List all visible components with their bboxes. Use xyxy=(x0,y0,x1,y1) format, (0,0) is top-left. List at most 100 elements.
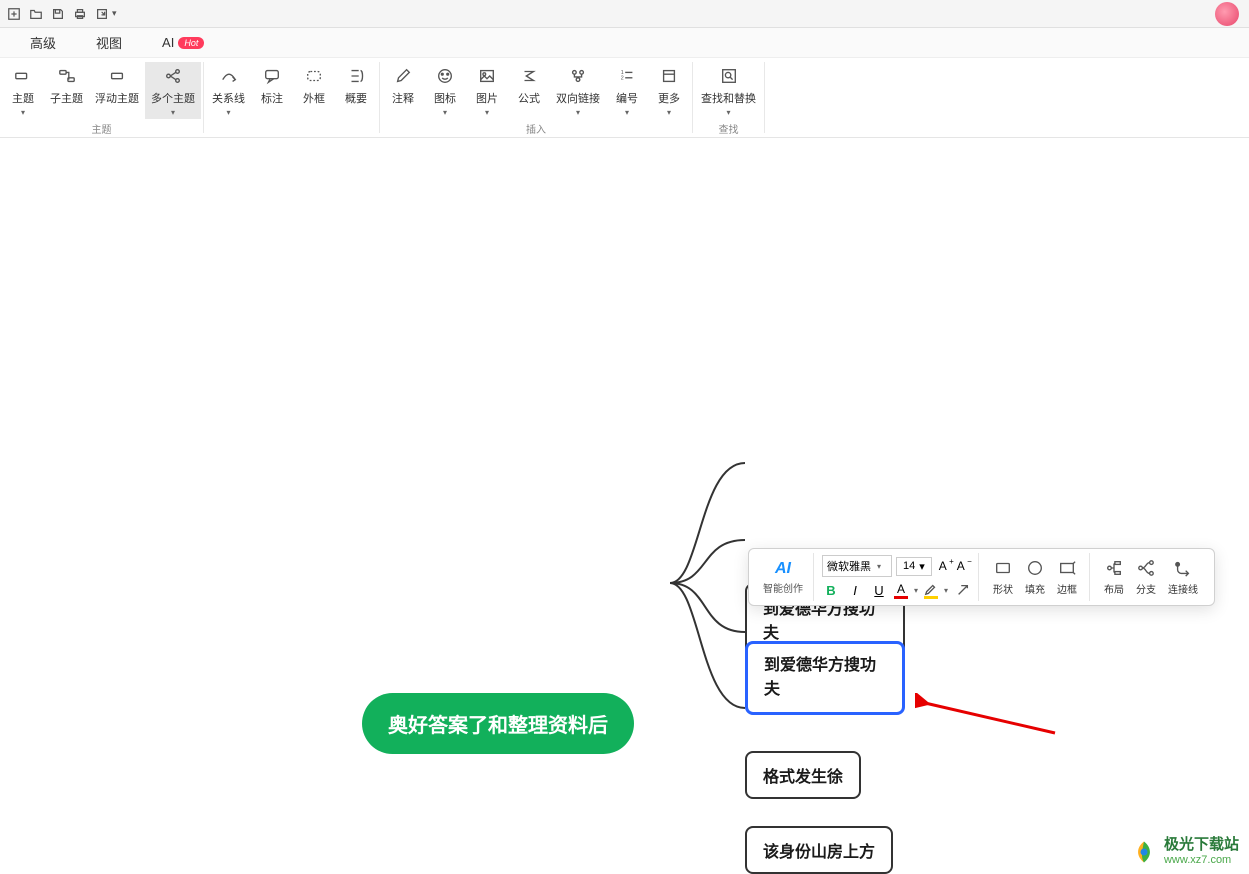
bold-button[interactable]: B xyxy=(822,581,840,599)
underline-button[interactable]: U xyxy=(870,581,888,599)
chevron-down-icon: ▾ xyxy=(625,108,629,117)
topic-icon xyxy=(13,66,33,86)
ai-label: 智能创作 xyxy=(763,580,803,595)
floating-label: 浮动主题 xyxy=(95,90,139,106)
subtopic-label: 子主题 xyxy=(50,90,83,106)
menu-advanced[interactable]: 高级 xyxy=(30,33,56,52)
shape-label: 形状 xyxy=(993,581,1013,596)
subtopic-icon xyxy=(57,66,77,86)
font-color-button[interactable]: A xyxy=(894,582,908,599)
branch-label: 分支 xyxy=(1136,581,1156,596)
multiple-topic-button[interactable]: 多个主题 ▾ xyxy=(145,62,201,119)
export-icon[interactable] xyxy=(92,4,112,24)
subtopic-button[interactable]: 子主题 xyxy=(44,62,89,108)
floating-format-toolbar: AI 智能创作 微软雅黑▾ 14▾ A+ A− B I U xyxy=(748,548,1215,606)
relation-button[interactable]: 关系线 ▾ xyxy=(206,62,251,119)
hyperlink-button[interactable]: 双向链接 ▾ xyxy=(550,62,606,119)
summary-button[interactable]: 概要 xyxy=(335,62,377,108)
menu-ai[interactable]: AI Hot xyxy=(162,35,204,50)
summary-icon xyxy=(346,66,366,86)
number-button[interactable]: 12 编号 ▾ xyxy=(606,62,648,119)
svg-text:2: 2 xyxy=(621,76,624,82)
clear-format-button[interactable] xyxy=(954,581,972,599)
find-label: 查找和替换 xyxy=(701,90,756,106)
layout-button[interactable]: 布局 xyxy=(1098,559,1130,596)
hot-badge: Hot xyxy=(178,37,204,49)
mindmap-child-node[interactable]: 格式发生徐 xyxy=(745,751,861,799)
number-icon: 12 xyxy=(617,66,637,86)
floating-icon xyxy=(107,66,127,86)
new-icon[interactable] xyxy=(4,4,24,24)
more-button[interactable]: 更多 ▾ xyxy=(648,62,690,119)
chevron-down-icon: ▾ xyxy=(877,562,881,571)
chevron-down-icon: ▾ xyxy=(443,108,447,117)
chevron-down-icon: ▾ xyxy=(485,108,489,117)
connector-lines xyxy=(0,138,1249,874)
note-icon xyxy=(393,66,413,86)
watermark: 极光下载站 www.xz7.com xyxy=(1130,837,1239,866)
find-replace-button[interactable]: 查找和替换 ▾ xyxy=(695,62,762,119)
number-label: 编号 xyxy=(616,90,638,106)
connector-button[interactable]: 连接线 xyxy=(1162,559,1204,596)
branch-button[interactable]: 分支 xyxy=(1130,559,1162,596)
mindmap-canvas[interactable]: 奥好答案了和整理资料后 到爱德华方搜功夫 到爱德华方搜功夫 格式发生徐 该身份山… xyxy=(0,138,1249,874)
callout-icon xyxy=(262,66,282,86)
node-text: 到爱德华方搜功夫 xyxy=(764,654,886,702)
user-avatar[interactable] xyxy=(1215,2,1239,26)
icon-button[interactable]: 图标 ▾ xyxy=(424,62,466,119)
chevron-down-icon: ▾ xyxy=(226,108,230,117)
image-label: 图片 xyxy=(476,90,498,106)
print-icon[interactable] xyxy=(70,4,90,24)
group-label-edge xyxy=(290,119,293,134)
link-icon xyxy=(568,66,588,86)
menu-view[interactable]: 视图 xyxy=(96,33,122,52)
mindmap-child-node[interactable]: 该身份山房上方 xyxy=(745,826,893,874)
annotation-arrow xyxy=(915,693,1065,753)
topic-button[interactable]: 主题 ▾ xyxy=(2,62,44,119)
ai-create-button[interactable]: AI 智能创作 xyxy=(753,553,814,601)
chevron-down-icon: ▾ xyxy=(667,108,671,117)
more-icon xyxy=(659,66,679,86)
font-section: 微软雅黑▾ 14▾ A+ A− B I U A ▾ xyxy=(816,553,979,601)
watermark-url: www.xz7.com xyxy=(1164,854,1239,866)
decrease-font-button[interactable]: A− xyxy=(954,559,968,573)
relation-label: 关系线 xyxy=(212,90,245,106)
floating-topic-button[interactable]: 浮动主题 xyxy=(89,62,145,108)
mindmap-child-node-selected[interactable]: 到爱德华方搜功夫 xyxy=(745,641,905,715)
layout-section: 布局 分支 连接线 xyxy=(1092,553,1210,601)
mindmap-root-node[interactable]: 奥好答案了和整理资料后 xyxy=(362,693,634,754)
menu-bar: 高级 视图 AI Hot xyxy=(0,28,1249,58)
watermark-title: 极光下载站 xyxy=(1164,837,1239,854)
italic-button[interactable]: I xyxy=(846,581,864,599)
image-button[interactable]: 图片 ▾ xyxy=(466,62,508,119)
menu-ai-label: AI xyxy=(162,35,174,50)
connector-label: 连接线 xyxy=(1168,581,1198,596)
font-family-select[interactable]: 微软雅黑▾ xyxy=(822,555,892,577)
border-button[interactable]: 边框 xyxy=(1051,559,1083,596)
more-label: 更多 xyxy=(658,90,680,106)
shape-button[interactable]: 形状 xyxy=(987,559,1019,596)
group-label-topic: 主题 xyxy=(92,119,112,138)
chevron-down-icon: ▾ xyxy=(726,108,730,117)
chevron-down-icon[interactable]: ▾ xyxy=(944,586,948,595)
multiple-icon xyxy=(163,66,183,86)
highlight-button[interactable] xyxy=(924,582,938,599)
ribbon-toolbar: 主题 ▾ 子主题 浮动主题 多个主题 ▾ 主题 关系线 xyxy=(0,58,1249,138)
chevron-down-icon[interactable]: ▾ xyxy=(914,586,918,595)
boundary-icon xyxy=(304,66,324,86)
save-icon[interactable] xyxy=(48,4,68,24)
callout-button[interactable]: 标注 xyxy=(251,62,293,108)
ribbon-group-edge: 关系线 ▾ 标注 外框 概要 xyxy=(204,62,380,133)
note-button[interactable]: 注释 xyxy=(382,62,424,108)
ai-icon: AI xyxy=(775,560,791,578)
font-size-select[interactable]: 14▾ xyxy=(896,557,932,576)
increase-font-button[interactable]: A+ xyxy=(936,559,950,573)
open-icon[interactable] xyxy=(26,4,46,24)
fill-button[interactable]: 填充 xyxy=(1019,559,1051,596)
relation-icon xyxy=(219,66,239,86)
export-dropdown-icon[interactable]: ▾ xyxy=(112,8,117,19)
find-icon xyxy=(719,66,739,86)
boundary-label: 外框 xyxy=(303,90,325,106)
formula-button[interactable]: 公式 xyxy=(508,62,550,108)
boundary-button[interactable]: 外框 xyxy=(293,62,335,108)
